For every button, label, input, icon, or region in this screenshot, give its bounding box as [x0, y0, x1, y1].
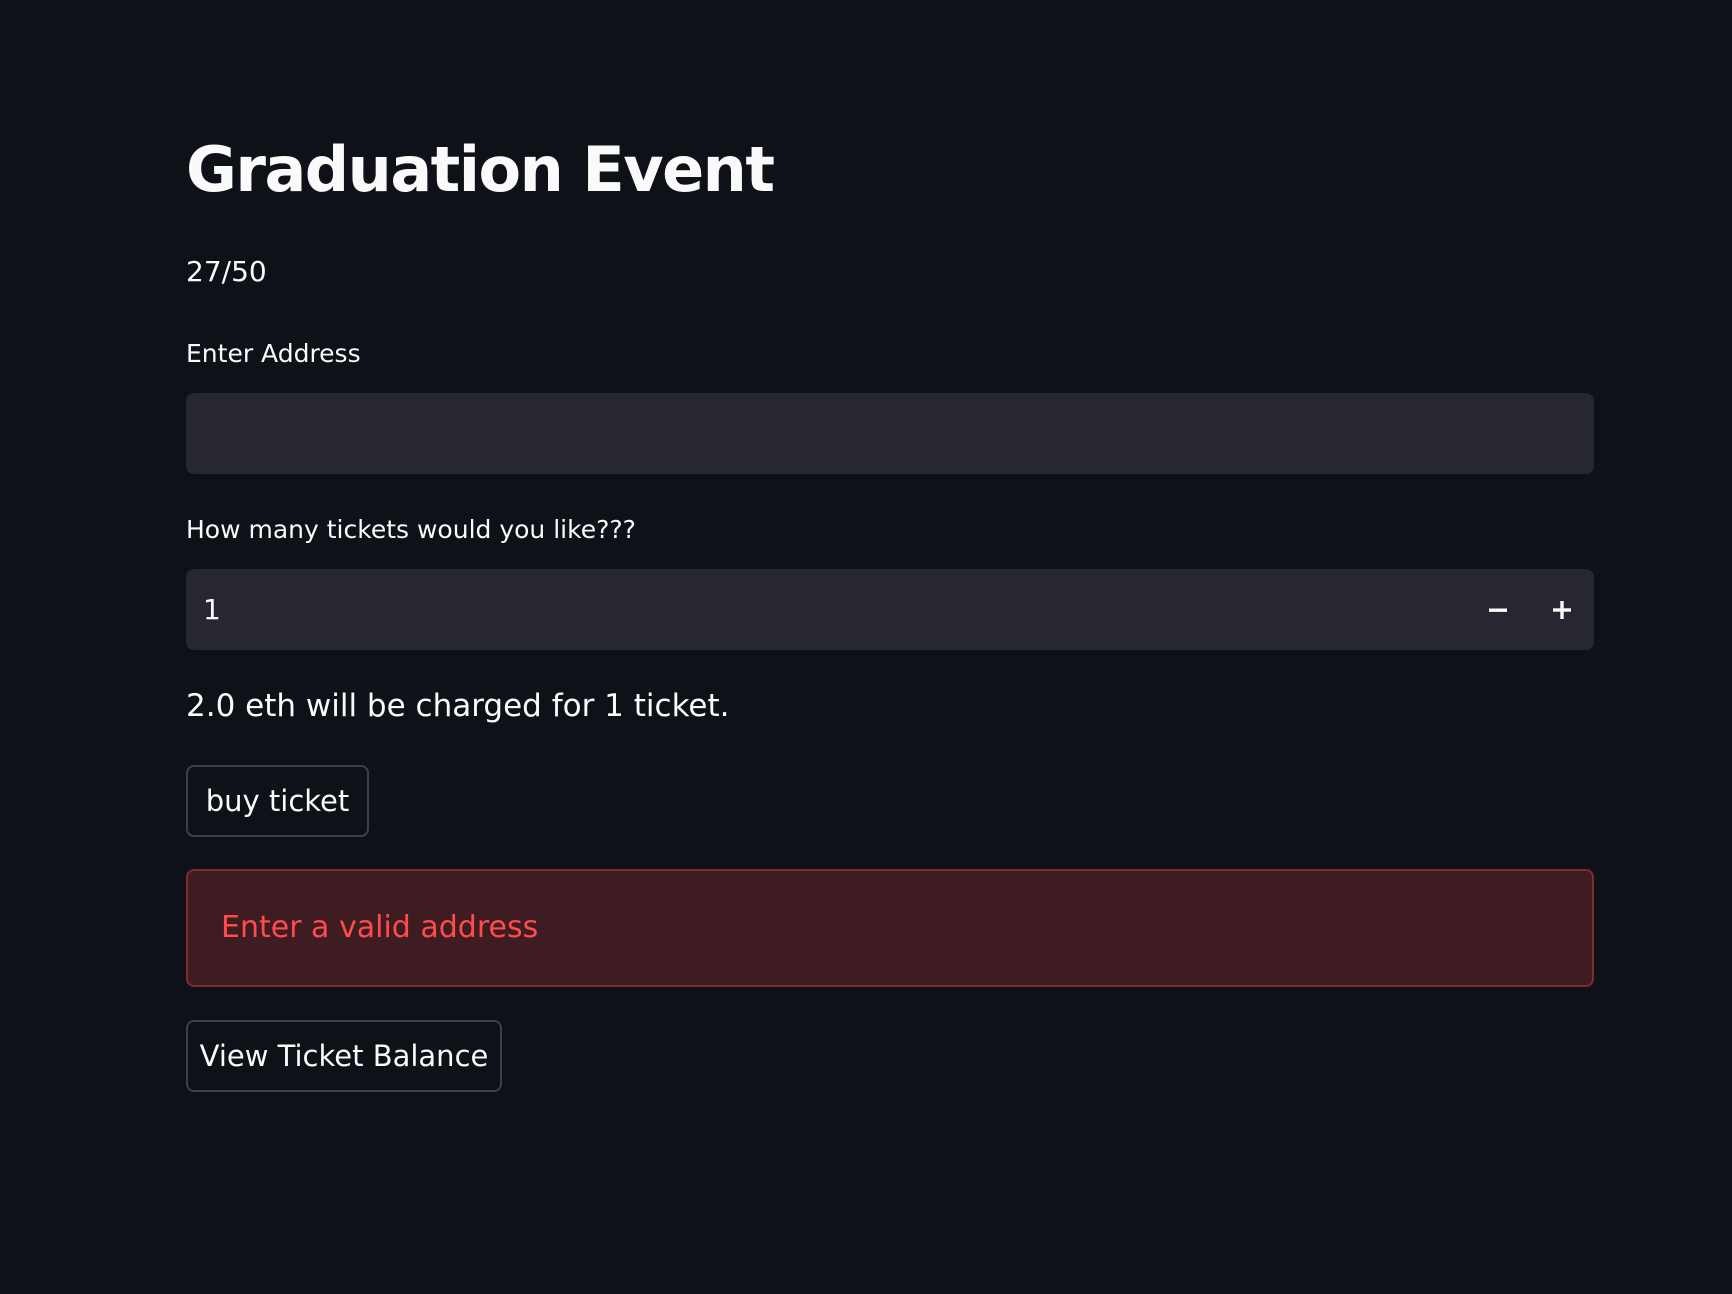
ticket-quantity-label: How many tickets would you like??? [186, 515, 636, 544]
view-ticket-balance-button[interactable]: View Ticket Balance [186, 1020, 502, 1092]
address-label: Enter Address [186, 339, 361, 368]
ticket-quantity-stepper [186, 569, 1594, 650]
charge-info-text: 2.0 eth will be charged for 1 ticket. [186, 688, 730, 724]
ticket-count-text: 27/50 [186, 255, 267, 288]
ticket-quantity-input[interactable] [186, 569, 1466, 650]
plus-icon [1553, 600, 1571, 619]
page-title: Graduation Event [186, 133, 775, 206]
buy-ticket-button[interactable]: buy ticket [186, 765, 369, 837]
address-input[interactable] [186, 393, 1594, 474]
increment-button[interactable] [1530, 569, 1594, 650]
error-alert: Enter a valid address [186, 869, 1594, 987]
minus-icon [1489, 608, 1507, 612]
decrement-button[interactable] [1466, 569, 1530, 650]
error-alert-message: Enter a valid address [221, 910, 539, 945]
